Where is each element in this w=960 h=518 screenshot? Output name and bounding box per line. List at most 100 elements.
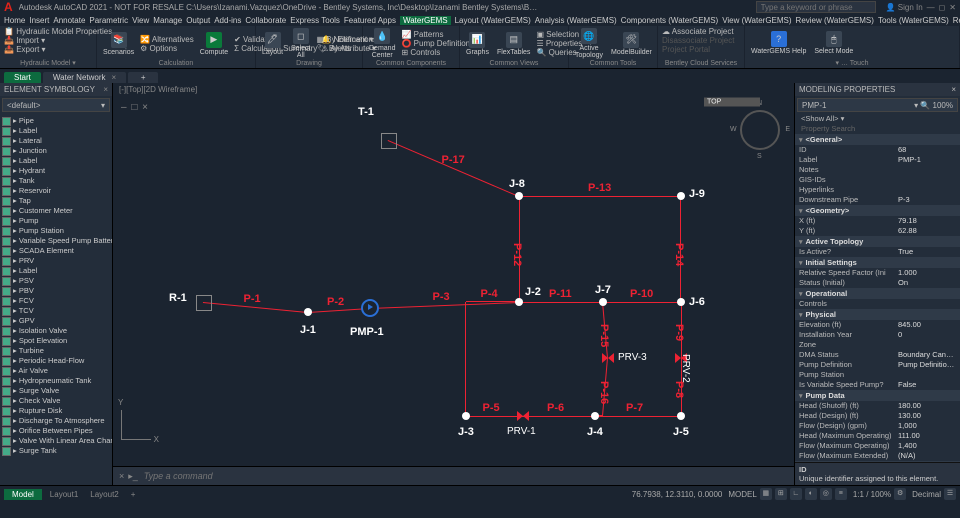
node-label[interactable]: J-1 [300,324,316,336]
viewport-controls[interactable]: – □ × [121,102,149,113]
node-label[interactable]: R-1 [169,292,187,304]
menu-annotate[interactable]: Annotate [53,16,85,25]
pipe-label[interactable]: P-17 [442,154,465,166]
property-group[interactable]: Initial Settings [795,257,960,268]
pipe-label[interactable]: P-4 [481,288,498,300]
scale-readout[interactable]: 1:1 / 100% [853,490,891,499]
graphs-button[interactable]: 📊Graphs [464,31,491,57]
property-row[interactable]: Flow (Maximum Operating)1,400 [795,441,960,451]
menu-view-watergems-[interactable]: View (WaterGEMS) [722,16,791,25]
pipe-label[interactable]: P-5 [483,402,500,414]
customize-icon[interactable]: ☰ [944,488,956,500]
node-J5[interactable] [677,412,685,420]
tab-layout1[interactable]: Layout1 [44,489,84,500]
tree-item[interactable]: ▸ Tank [2,176,110,186]
element-selector-dropdown[interactable]: PMP-1▾ 🔍 100% [797,98,958,112]
help-button[interactable]: ?WaterGEMS Help [749,30,808,56]
pipe-label[interactable]: P-3 [433,291,450,303]
node-label[interactable]: PRV-1 [507,426,536,437]
export-button[interactable]: 📤 Export ▾ [4,45,92,54]
node-label[interactable]: J-8 [509,178,525,190]
import-button[interactable]: 📥 Import ▾ [4,36,92,45]
property-group[interactable]: Physical [795,309,960,320]
property-row[interactable]: DMA StatusBoundary Candidate [795,350,960,360]
add-layout-button[interactable]: + [125,489,142,500]
menu-express-tools[interactable]: Express Tools [290,16,340,25]
close-button[interactable]: ✕ [949,3,956,12]
menu-view[interactable]: View [132,16,149,25]
tree-item[interactable]: ▸ Label [2,156,110,166]
new-tab-button[interactable]: + [128,72,158,83]
signin-link[interactable]: 👤 Sign In [886,3,923,12]
drawing-canvas[interactable]: – □ × N S E W TOP Y X P-1P-2P-3P-4P-5P-6… [113,96,794,466]
tree-item[interactable]: ▸ Lateral [2,136,110,146]
node-J8[interactable] [515,192,523,200]
view-cube[interactable]: N S E W TOP [732,102,788,158]
property-row[interactable]: Installation Year0 [795,330,960,340]
property-row[interactable]: Elevation (ft)845.00 [795,320,960,330]
scenarios-button[interactable]: 📚Scenarios [101,31,136,57]
node-J6[interactable] [677,298,685,306]
node-PRV3[interactable] [602,353,614,363]
ortho-icon[interactable]: ∟ [790,488,802,500]
grid-icon[interactable]: ▦ [760,488,772,500]
menu-output[interactable]: Output [186,16,210,25]
node-label[interactable]: J-5 [673,426,689,438]
pipe-label[interactable]: P-2 [327,296,344,308]
menu-collaborate[interactable]: Collaborate [245,16,286,25]
property-group[interactable]: <Geometry> [795,205,960,216]
property-row[interactable]: Controls [795,299,960,309]
property-row[interactable]: Flow (Design) (gpm)1,000 [795,421,960,431]
tree-item[interactable]: ▸ Label [2,126,110,136]
property-row[interactable]: LabelPMP-1 [795,155,960,165]
symbology-preset-dropdown[interactable]: <default>▾ [2,98,110,112]
units-readout[interactable]: Decimal [912,490,941,499]
tree-item[interactable]: ▸ Reservoir [2,186,110,196]
gear-icon[interactable]: ⚙ [894,488,906,500]
tree-item[interactable]: ▸ Pump Station [2,226,110,236]
tab-model[interactable]: Model [4,489,42,500]
menu-analysis-watergems-[interactable]: Analysis (WaterGEMS) [535,16,617,25]
close-panel-icon[interactable]: × [103,85,108,94]
tree-item[interactable]: ▸ Tap [2,196,110,206]
property-row[interactable]: Head (Maximum Operating)111.00 [795,431,960,441]
menu-layout-watergems-[interactable]: Layout (WaterGEMS) [455,16,531,25]
tab-water-network[interactable]: Water Network× [43,72,126,83]
pipe-label[interactable]: P-12 [511,243,523,266]
menu-parametric[interactable]: Parametric [89,16,128,25]
property-row[interactable]: Head (Shutoff) (ft)180.00 [795,401,960,411]
property-row[interactable]: Relative Speed Factor (Ini1.000 [795,268,960,278]
node-J7[interactable] [599,298,607,306]
tree-item[interactable]: ▸ Discharge To Atmosphere [2,416,110,426]
node-J2[interactable] [515,298,523,306]
node-label[interactable]: J-3 [458,426,474,438]
tree-item[interactable]: ▸ Surge Valve [2,386,110,396]
lineweight-icon[interactable]: ≡ [835,488,847,500]
node-PRV1[interactable] [517,411,529,421]
polar-icon[interactable]: ◐ [805,488,817,500]
property-row[interactable]: ID68 [795,145,960,155]
tree-item[interactable]: ▸ Isolation Valve [2,326,110,336]
snap-icon[interactable]: ⊞ [775,488,787,500]
tree-item[interactable]: ▸ PSV [2,276,110,286]
property-row[interactable]: Notes [795,165,960,175]
tab-layout2[interactable]: Layout2 [84,489,124,500]
property-row[interactable]: Pump DefinitionPump Definition - 1 [795,360,960,370]
compute-button[interactable]: ▶Compute [198,31,230,57]
property-group[interactable]: Pump Data [795,390,960,401]
tree-item[interactable]: ▸ Pipe [2,116,110,126]
associate-project-button[interactable]: ☁ Associate Project [662,27,740,36]
help-search-input[interactable] [756,1,876,13]
node-label[interactable]: J-4 [587,426,603,438]
symbology-tree[interactable]: ▸ Pipe▸ Label▸ Lateral▸ Junction▸ Label▸… [0,114,112,485]
property-group[interactable]: <General> [795,134,960,145]
node-J3[interactable] [462,412,470,420]
tree-item[interactable]: ▸ Turbine [2,346,110,356]
demand-center-button[interactable]: 💧Demand Center [367,27,397,60]
property-row[interactable]: Status (Initial)On [795,278,960,288]
node-label[interactable]: J-6 [689,296,705,308]
hydraulic-props-button[interactable]: 📋 Hydraulic Model Properties [4,27,92,36]
property-row[interactable]: Hyperlinks [795,185,960,195]
tree-item[interactable]: ▸ Periodic Head-Flow [2,356,110,366]
pipe-label[interactable]: P-6 [547,402,564,414]
